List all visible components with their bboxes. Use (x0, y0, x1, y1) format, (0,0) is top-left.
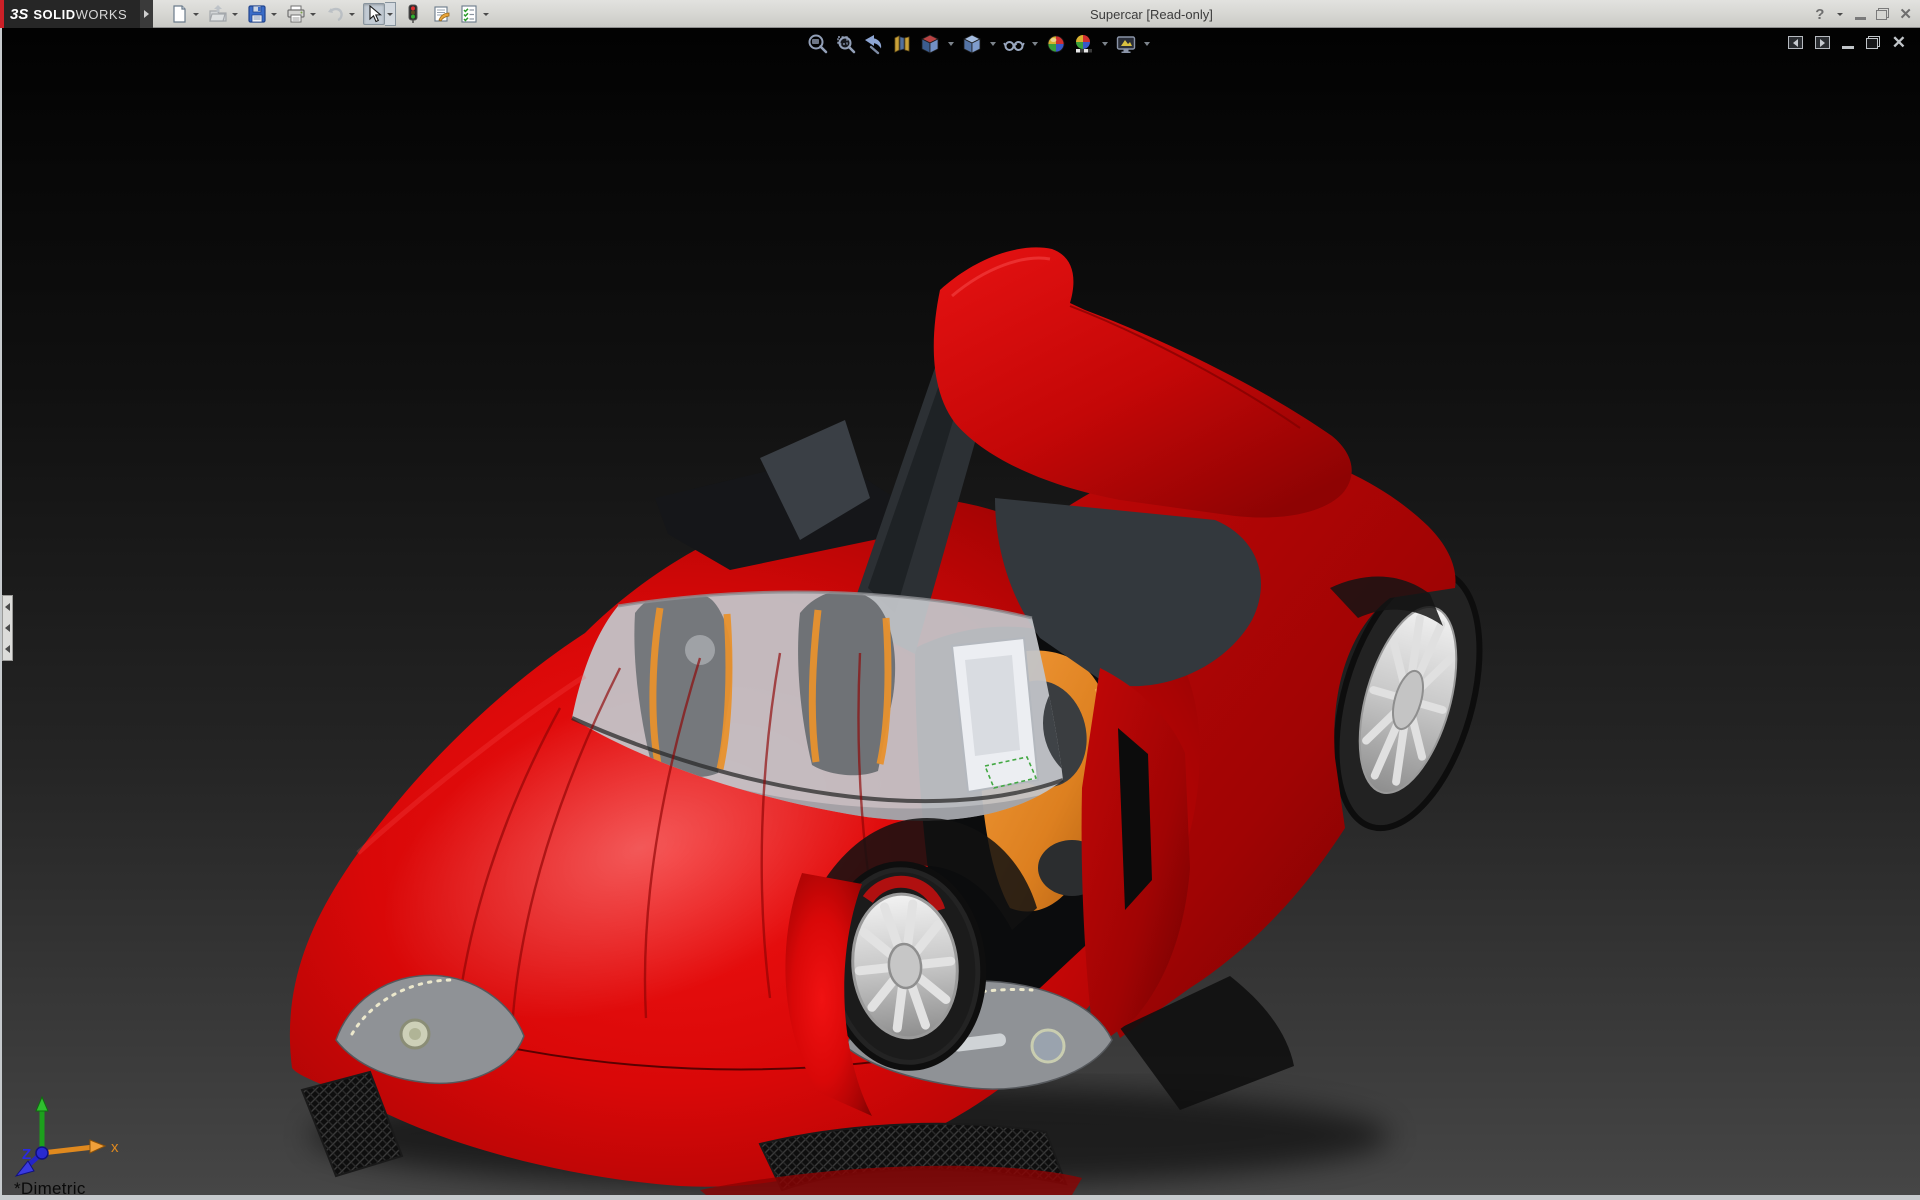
hide-show-items-dropdown[interactable] (1030, 32, 1040, 56)
logo-accent-stripe (0, 0, 4, 28)
expand-arrow-icon (5, 645, 10, 654)
heads-up-view-toolbar (806, 32, 1152, 56)
feature-manager-collapsed-tab[interactable] (2, 595, 13, 661)
section-view-icon (894, 35, 910, 53)
hide-show-items-icon (1003, 41, 1025, 51)
restore-button[interactable] (1876, 8, 1890, 20)
help-button[interactable]: ? (1815, 6, 1824, 23)
select-tool-dropdown[interactable] (385, 2, 396, 26)
view-settings-dropdown[interactable] (1142, 32, 1152, 56)
show-left-pane-button[interactable] (1787, 36, 1803, 49)
file-properties-icon (434, 6, 450, 22)
display-style-icon (963, 34, 981, 54)
pane-left-arrow-icon (1792, 38, 1798, 47)
zoom-to-area-icon (837, 36, 856, 54)
triad-x-label: x (111, 1139, 119, 1156)
expand-arrow-icon (5, 623, 10, 632)
open-dropdown[interactable] (229, 3, 240, 25)
orientation-triad: x Z (14, 1095, 119, 1177)
zoom-to-area-button[interactable] (834, 32, 858, 56)
open-button[interactable] (207, 3, 229, 25)
print-dropdown[interactable] (307, 3, 318, 25)
apply-scene-dropdown[interactable] (1100, 32, 1110, 56)
solidworks-window: 3S SOLIDWORKS Supercar [Read-only] ? ✕ ✕… (0, 0, 1920, 1200)
view-orientation-label: *Dimetric (14, 1179, 86, 1195)
previous-view-button[interactable] (862, 32, 886, 56)
apply-scene-button[interactable] (1072, 32, 1096, 56)
view-orientation-dropdown[interactable] (946, 32, 956, 56)
help-dropdown[interactable] (1834, 7, 1845, 21)
view-orientation-button[interactable] (918, 32, 942, 56)
solidworks-wordmark: SOLIDWORKS (33, 6, 128, 22)
undo-icon (328, 7, 343, 22)
document-close-button[interactable]: ✕ (1892, 34, 1906, 51)
zoom-to-fit-icon (808, 34, 828, 54)
view-settings-icon (1116, 36, 1136, 53)
options-icon (461, 5, 477, 23)
window-left-border (0, 28, 2, 1195)
print-button[interactable] (285, 3, 307, 25)
dassault-3s-logo-icon: 3S (10, 5, 29, 23)
hide-show-items-button[interactable] (1002, 32, 1026, 56)
print-icon (287, 5, 305, 23)
document-title: Supercar [Read-only] (1090, 6, 1213, 22)
flyout-arrow-icon (144, 10, 149, 18)
document-restore-button[interactable] (1865, 36, 1880, 49)
section-view-button[interactable] (890, 32, 914, 56)
rebuild-button[interactable] (402, 3, 424, 25)
select-cursor-icon (369, 5, 382, 23)
solidworks-logo: 3S SOLIDWORKS (0, 0, 140, 28)
select-tool-button[interactable] (363, 3, 385, 25)
window-bottom-edge (0, 1195, 1920, 1200)
open-icon (209, 5, 227, 22)
document-minimize-button[interactable] (1841, 45, 1854, 49)
new-document-dropdown[interactable] (190, 3, 201, 25)
options-button[interactable] (458, 3, 480, 25)
view-settings-button[interactable] (1114, 32, 1138, 56)
minimize-button[interactable] (1855, 16, 1867, 20)
zoom-to-fit-button[interactable] (806, 32, 830, 56)
new-document-button[interactable] (168, 3, 190, 25)
graphics-viewport[interactable]: ✕ x Z *Dimetric (0, 28, 1920, 1195)
undo-dropdown[interactable] (346, 3, 357, 25)
pane-right-arrow-icon (1819, 38, 1825, 47)
expand-arrow-icon (5, 602, 10, 611)
title-bar: 3S SOLIDWORKS Supercar [Read-only] ? ✕ (0, 0, 1920, 28)
file-properties-button[interactable] (430, 3, 452, 25)
close-button[interactable]: ✕ (1899, 7, 1912, 22)
edit-appearance-icon (1047, 35, 1065, 53)
triad-z-label: Z (22, 1146, 31, 1163)
save-button[interactable] (246, 3, 268, 25)
supercar-3d-model[interactable] (0, 28, 1920, 1195)
previous-view-icon (865, 35, 882, 55)
undo-button[interactable] (324, 3, 346, 25)
edit-appearance-button[interactable] (1044, 32, 1068, 56)
menu-flyout-arrow[interactable] (140, 0, 153, 28)
save-icon (248, 5, 266, 23)
options-dropdown[interactable] (480, 3, 491, 25)
save-dropdown[interactable] (268, 3, 279, 25)
rebuild-traffic-light-icon (408, 4, 418, 23)
standard-toolbar (168, 0, 497, 28)
show-right-pane-button[interactable] (1814, 36, 1830, 49)
display-style-button[interactable] (960, 32, 984, 56)
window-controls: ? ✕ (1815, 0, 1912, 28)
view-orientation-icon (921, 34, 939, 54)
display-style-dropdown[interactable] (988, 32, 998, 56)
new-document-icon (173, 5, 186, 23)
document-window-controls: ✕ (1787, 34, 1906, 51)
apply-scene-icon (1076, 35, 1092, 53)
